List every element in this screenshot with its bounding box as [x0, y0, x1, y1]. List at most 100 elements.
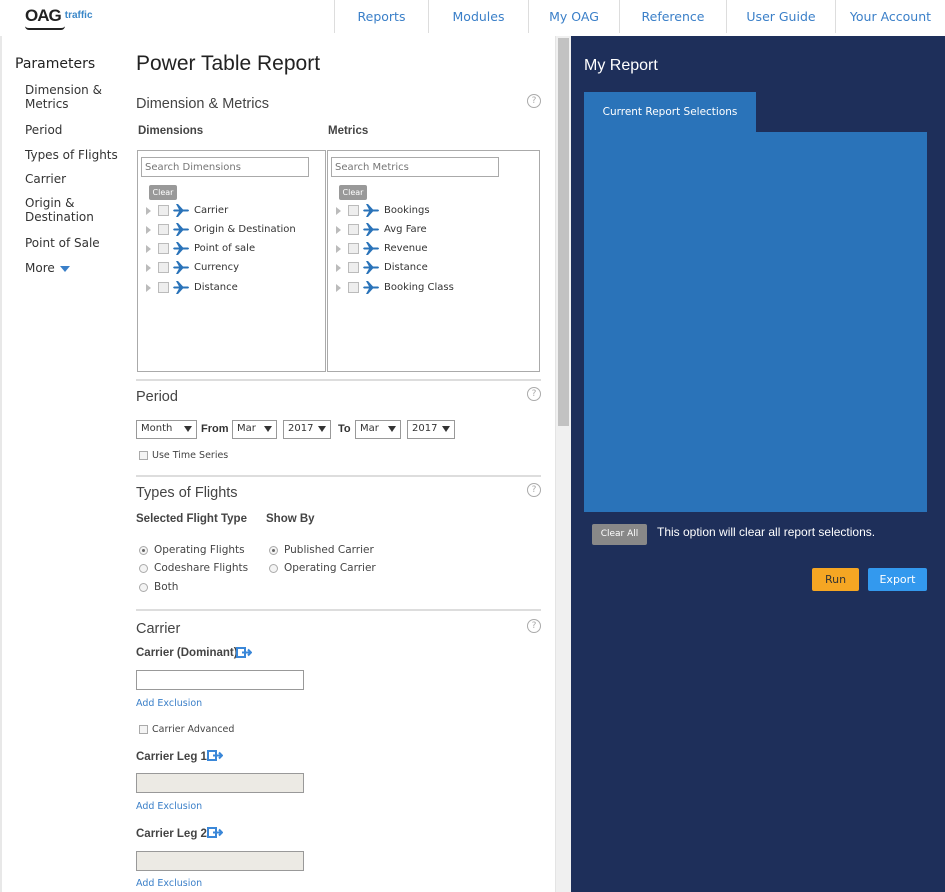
carrier-leg1-input[interactable]	[136, 773, 304, 793]
clear-metrics-button[interactable]: Clear	[339, 185, 367, 200]
tree-node-origin-destination[interactable]: Origin & Destination	[146, 222, 296, 238]
section-divider	[136, 475, 541, 477]
airplane-icon	[173, 242, 189, 255]
expand-arrow-icon[interactable]	[146, 206, 151, 215]
tree-node-bookings[interactable]: Bookings	[336, 203, 430, 219]
radio-operating-flights[interactable]: Operating Flights	[139, 544, 245, 556]
sidebar-item-types-of-flights[interactable]: Types of Flights	[25, 148, 125, 162]
sidebar-item-more[interactable]: More	[25, 261, 125, 275]
radio-both[interactable]: Both	[139, 581, 178, 593]
checkbox-box[interactable]	[139, 451, 148, 460]
export-arrow-icon[interactable]	[236, 647, 252, 658]
tree-checkbox[interactable]	[158, 243, 169, 254]
expand-arrow-icon[interactable]	[146, 283, 151, 292]
expand-arrow-icon[interactable]	[336, 225, 341, 234]
expand-arrow-icon[interactable]	[336, 263, 341, 272]
tree-node-avg-fare[interactable]: Avg Fare	[336, 222, 427, 238]
main-scrollbar[interactable]	[555, 36, 571, 892]
radio-operating-carrier[interactable]: Operating Carrier	[269, 562, 376, 574]
search-metrics-input[interactable]	[331, 157, 499, 177]
period-granularity-select[interactable]: Month	[136, 420, 197, 439]
tree-checkbox[interactable]	[158, 262, 169, 273]
sidebar-item-dimension-metrics[interactable]: Dimension & Metrics	[25, 83, 125, 111]
sidebar-item-period[interactable]: Period	[25, 123, 125, 137]
to-month-select[interactable]: Mar	[355, 420, 401, 439]
radio-dot[interactable]	[139, 563, 148, 573]
expand-arrow-icon[interactable]	[146, 244, 151, 253]
expand-arrow-icon[interactable]	[146, 225, 151, 234]
tree-checkbox[interactable]	[158, 205, 169, 216]
clear-dimensions-button[interactable]: Clear	[149, 185, 177, 200]
nav-user-guide[interactable]: User Guide	[726, 0, 835, 33]
radio-dot[interactable]	[269, 563, 278, 573]
help-icon[interactable]: ?	[527, 483, 541, 497]
from-year-select[interactable]: 2017	[283, 420, 331, 439]
tab-current-report-selections[interactable]: Current Report Selections	[584, 92, 756, 132]
tree-node-distance[interactable]: Distance	[146, 280, 238, 296]
tree-label: Point of sale	[194, 243, 256, 254]
nav-reference[interactable]: Reference	[619, 0, 726, 33]
add-exclusion-link[interactable]: Add Exclusion	[136, 698, 202, 709]
radio-published-carrier[interactable]: Published Carrier	[269, 544, 374, 556]
tree-checkbox[interactable]	[348, 224, 359, 235]
tree-node-distance-metric[interactable]: Distance	[336, 260, 428, 276]
show-by-label: Show By	[266, 513, 315, 525]
chevron-down-icon	[59, 265, 70, 272]
help-icon[interactable]: ?	[527, 387, 541, 401]
tree-label: Avg Fare	[384, 224, 427, 235]
radio-dot[interactable]	[269, 545, 278, 555]
sidebar-item-carrier[interactable]: Carrier	[25, 172, 125, 186]
top-navigation-bar: OAG traffic Reports Modules My OAG Refere…	[0, 0, 945, 36]
oag-traffic-logo[interactable]: OAG traffic	[25, 6, 93, 30]
tree-node-carrier[interactable]: Carrier	[146, 203, 228, 219]
tree-checkbox[interactable]	[348, 282, 359, 293]
more-label: More	[25, 261, 55, 275]
tree-checkbox[interactable]	[158, 224, 169, 235]
metrics-tree: Clear Bookings Avg Fare Revenue Distance…	[327, 150, 540, 372]
checkbox-box[interactable]	[139, 725, 148, 734]
nav-modules[interactable]: Modules	[428, 0, 528, 33]
tree-node-currency[interactable]: Currency	[146, 260, 239, 276]
search-dimensions-input[interactable]	[141, 157, 309, 177]
selected-flight-type-label: Selected Flight Type	[136, 513, 247, 525]
nav-reports[interactable]: Reports	[334, 0, 428, 33]
tree-node-revenue[interactable]: Revenue	[336, 241, 428, 257]
scrollbar-thumb[interactable]	[558, 38, 569, 426]
export-arrow-icon[interactable]	[207, 827, 223, 838]
carrier-dominant-input[interactable]	[136, 670, 304, 690]
tree-node-booking-class[interactable]: Booking Class	[336, 280, 454, 296]
tree-node-point-of-sale[interactable]: Point of sale	[146, 241, 255, 257]
logo-swoosh-icon	[25, 26, 65, 30]
tree-label: Distance	[384, 262, 428, 273]
add-exclusion-link[interactable]: Add Exclusion	[136, 801, 202, 812]
to-year-select[interactable]: 2017	[407, 420, 455, 439]
expand-arrow-icon[interactable]	[336, 206, 341, 215]
radio-codeshare-flights[interactable]: Codeshare Flights	[139, 562, 248, 574]
tree-checkbox[interactable]	[158, 282, 169, 293]
tree-checkbox[interactable]	[348, 262, 359, 273]
tree-checkbox[interactable]	[348, 243, 359, 254]
carrier-advanced-label: Carrier Advanced	[152, 724, 235, 735]
expand-arrow-icon[interactable]	[336, 283, 341, 292]
expand-arrow-icon[interactable]	[336, 244, 341, 253]
nav-your-account[interactable]: Your Account	[835, 0, 945, 33]
sidebar-item-origin-destination[interactable]: Origin & Destination	[25, 196, 125, 224]
use-time-series-checkbox[interactable]: Use Time Series	[139, 450, 228, 461]
expand-arrow-icon[interactable]	[146, 263, 151, 272]
help-icon[interactable]: ?	[527, 94, 541, 108]
carrier-advanced-checkbox[interactable]: Carrier Advanced	[139, 724, 234, 735]
radio-dot[interactable]	[139, 545, 148, 555]
clear-all-button[interactable]: Clear All	[592, 524, 647, 545]
carrier-leg2-input[interactable]	[136, 851, 304, 871]
help-icon[interactable]: ?	[527, 619, 541, 633]
tree-checkbox[interactable]	[348, 205, 359, 216]
export-button[interactable]: Export	[868, 568, 927, 591]
radio-dot[interactable]	[139, 582, 148, 592]
sidebar-item-point-of-sale[interactable]: Point of Sale	[25, 236, 125, 250]
clear-all-message: This option will clear all report select…	[657, 525, 876, 539]
add-exclusion-link[interactable]: Add Exclusion	[136, 878, 202, 889]
nav-my-oag[interactable]: My OAG	[528, 0, 619, 33]
run-button[interactable]: Run	[812, 568, 859, 591]
export-arrow-icon[interactable]	[207, 750, 223, 761]
from-month-select[interactable]: Mar	[232, 420, 277, 439]
